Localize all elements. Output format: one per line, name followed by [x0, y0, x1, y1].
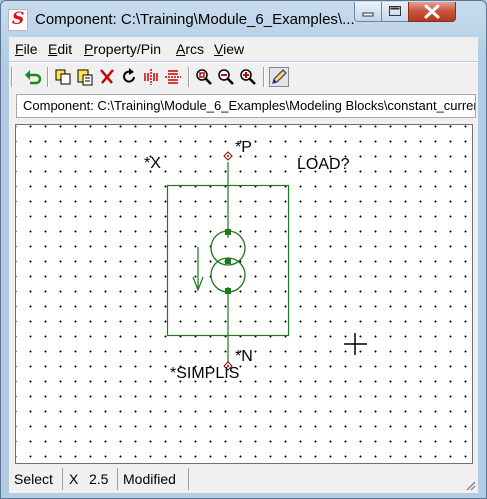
- value-label[interactable]: LOAD?: [297, 156, 349, 174]
- toolbar-separator: [263, 67, 265, 87]
- menu-view[interactable]: View: [214, 41, 244, 57]
- toolbar-separator: [188, 67, 190, 87]
- copy-icon: [55, 69, 71, 85]
- ref-label[interactable]: *X: [144, 155, 161, 173]
- pin-n-label[interactable]: *N: [235, 348, 253, 366]
- toolbar-separator: [47, 67, 49, 87]
- minimize-button[interactable]: [354, 2, 382, 22]
- rotate-button[interactable]: [119, 67, 139, 87]
- app-icon-letter: S: [12, 9, 25, 29]
- toolbar: [9, 62, 478, 91]
- status-divider: [117, 468, 118, 490]
- symbol-canvas[interactable]: *X *P LOAD? *N *SIMPLIS: [15, 124, 473, 464]
- pencil-button[interactable]: [269, 67, 289, 87]
- paste-button[interactable]: [75, 67, 95, 87]
- status-state: Modified: [123, 471, 176, 487]
- zoom-out-button[interactable]: [216, 67, 236, 87]
- resize-grip-icon[interactable]: [464, 479, 476, 491]
- menu-bar: File Edit Property/Pin Arcs View: [9, 37, 478, 61]
- maximize-icon: [389, 6, 401, 16]
- copy-button[interactable]: [53, 67, 73, 87]
- menu-file[interactable]: File: [15, 41, 38, 57]
- window-title: Component: C:\Training\Module_6_Examples…: [35, 11, 355, 28]
- status-divider: [188, 468, 189, 490]
- crosshair-cursor: [344, 333, 367, 355]
- mirror-icon: [144, 69, 158, 85]
- status-coord-axis: X: [69, 471, 79, 487]
- symbol-drawing: [166, 151, 367, 371]
- rotate-icon: [123, 68, 135, 83]
- status-mode: Select: [14, 471, 53, 487]
- zoom-fit-button[interactable]: [194, 67, 214, 87]
- status-bar: Select X 2.5 Modified: [9, 465, 478, 493]
- pencil-icon: [272, 69, 287, 84]
- minimize-icon: [362, 12, 374, 17]
- toolbar-grip: [11, 67, 13, 87]
- path-bar: Component: C:\Training\Module_6_Examples…: [9, 90, 478, 121]
- paste-icon: [77, 69, 93, 86]
- mirror-button[interactable]: [141, 67, 161, 87]
- zoom-in-icon: [240, 69, 256, 85]
- symbol-body: [166, 162, 290, 364]
- close-icon: [424, 4, 440, 19]
- pin-p-marker[interactable]: [223, 151, 233, 161]
- flip-button[interactable]: [163, 67, 183, 87]
- menu-edit[interactable]: Edit: [48, 41, 72, 57]
- status-coord-value: 2.5: [89, 471, 109, 487]
- pin-p-label[interactable]: *P: [235, 139, 252, 157]
- zoom-out-icon: [218, 69, 234, 85]
- editor-window: S Component: C:\Training\Module_6_Exampl…: [0, 0, 487, 499]
- component-path-text: Component: C:\Training\Module_6_Examples…: [23, 98, 476, 113]
- undo-icon: [25, 70, 42, 85]
- cut-icon: [100, 69, 114, 84]
- flip-icon: [165, 70, 181, 84]
- menu-arcs[interactable]: Arcs: [176, 41, 204, 57]
- zoom-fit-icon: [196, 69, 212, 85]
- simplis-label[interactable]: *SIMPLIS: [170, 365, 239, 383]
- simplis-app-icon[interactable]: S: [8, 9, 28, 31]
- status-divider: [62, 468, 63, 490]
- cut-button[interactable]: [97, 67, 117, 87]
- menu-property-pin[interactable]: Property/Pin: [84, 41, 161, 57]
- zoom-in-button[interactable]: [238, 67, 258, 87]
- title-bar[interactable]: S Component: C:\Training\Module_6_Exampl…: [1, 1, 486, 37]
- maximize-button[interactable]: [381, 2, 409, 22]
- undo-button[interactable]: [23, 67, 43, 87]
- close-button[interactable]: [408, 2, 456, 22]
- component-path-field[interactable]: Component: C:\Training\Module_6_Examples…: [16, 94, 476, 118]
- canvas-frame: *X *P LOAD? *N *SIMPLIS: [9, 121, 478, 465]
